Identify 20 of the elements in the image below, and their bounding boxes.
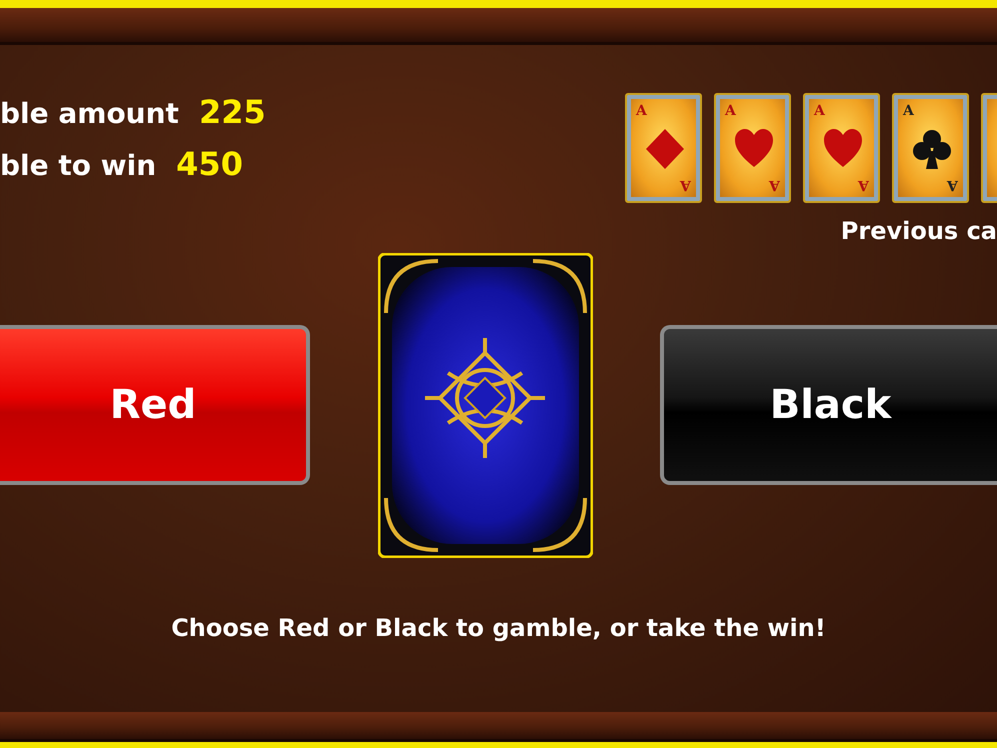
- previous-cards-label: Previous ca: [840, 217, 997, 245]
- heart-suit-icon: [735, 129, 773, 169]
- stat-value: 450: [176, 145, 243, 183]
- bet-button[interactable]: Red: [0, 325, 310, 485]
- stat-label: ble amount: [0, 97, 179, 130]
- club-suit-icon: [913, 129, 951, 169]
- card-rank: A: [947, 177, 958, 193]
- card-rank: A: [814, 103, 825, 119]
- diamond-suit-icon: [646, 129, 684, 169]
- stat-value: 225: [198, 93, 266, 131]
- card-rank: A: [636, 103, 647, 119]
- card-rank: A: [769, 177, 780, 193]
- card-rank: A: [680, 177, 691, 193]
- bet-button[interactable]: Black: [660, 325, 997, 485]
- card-rank: A: [725, 103, 736, 119]
- heart-suit-icon: [824, 129, 862, 169]
- card-rank: A: [858, 177, 869, 193]
- instruction-text: Choose Red or Black to gamble, or take the win!: [170, 614, 827, 642]
- stat-label: ble to win: [0, 149, 156, 182]
- card-rank: A: [903, 103, 914, 119]
